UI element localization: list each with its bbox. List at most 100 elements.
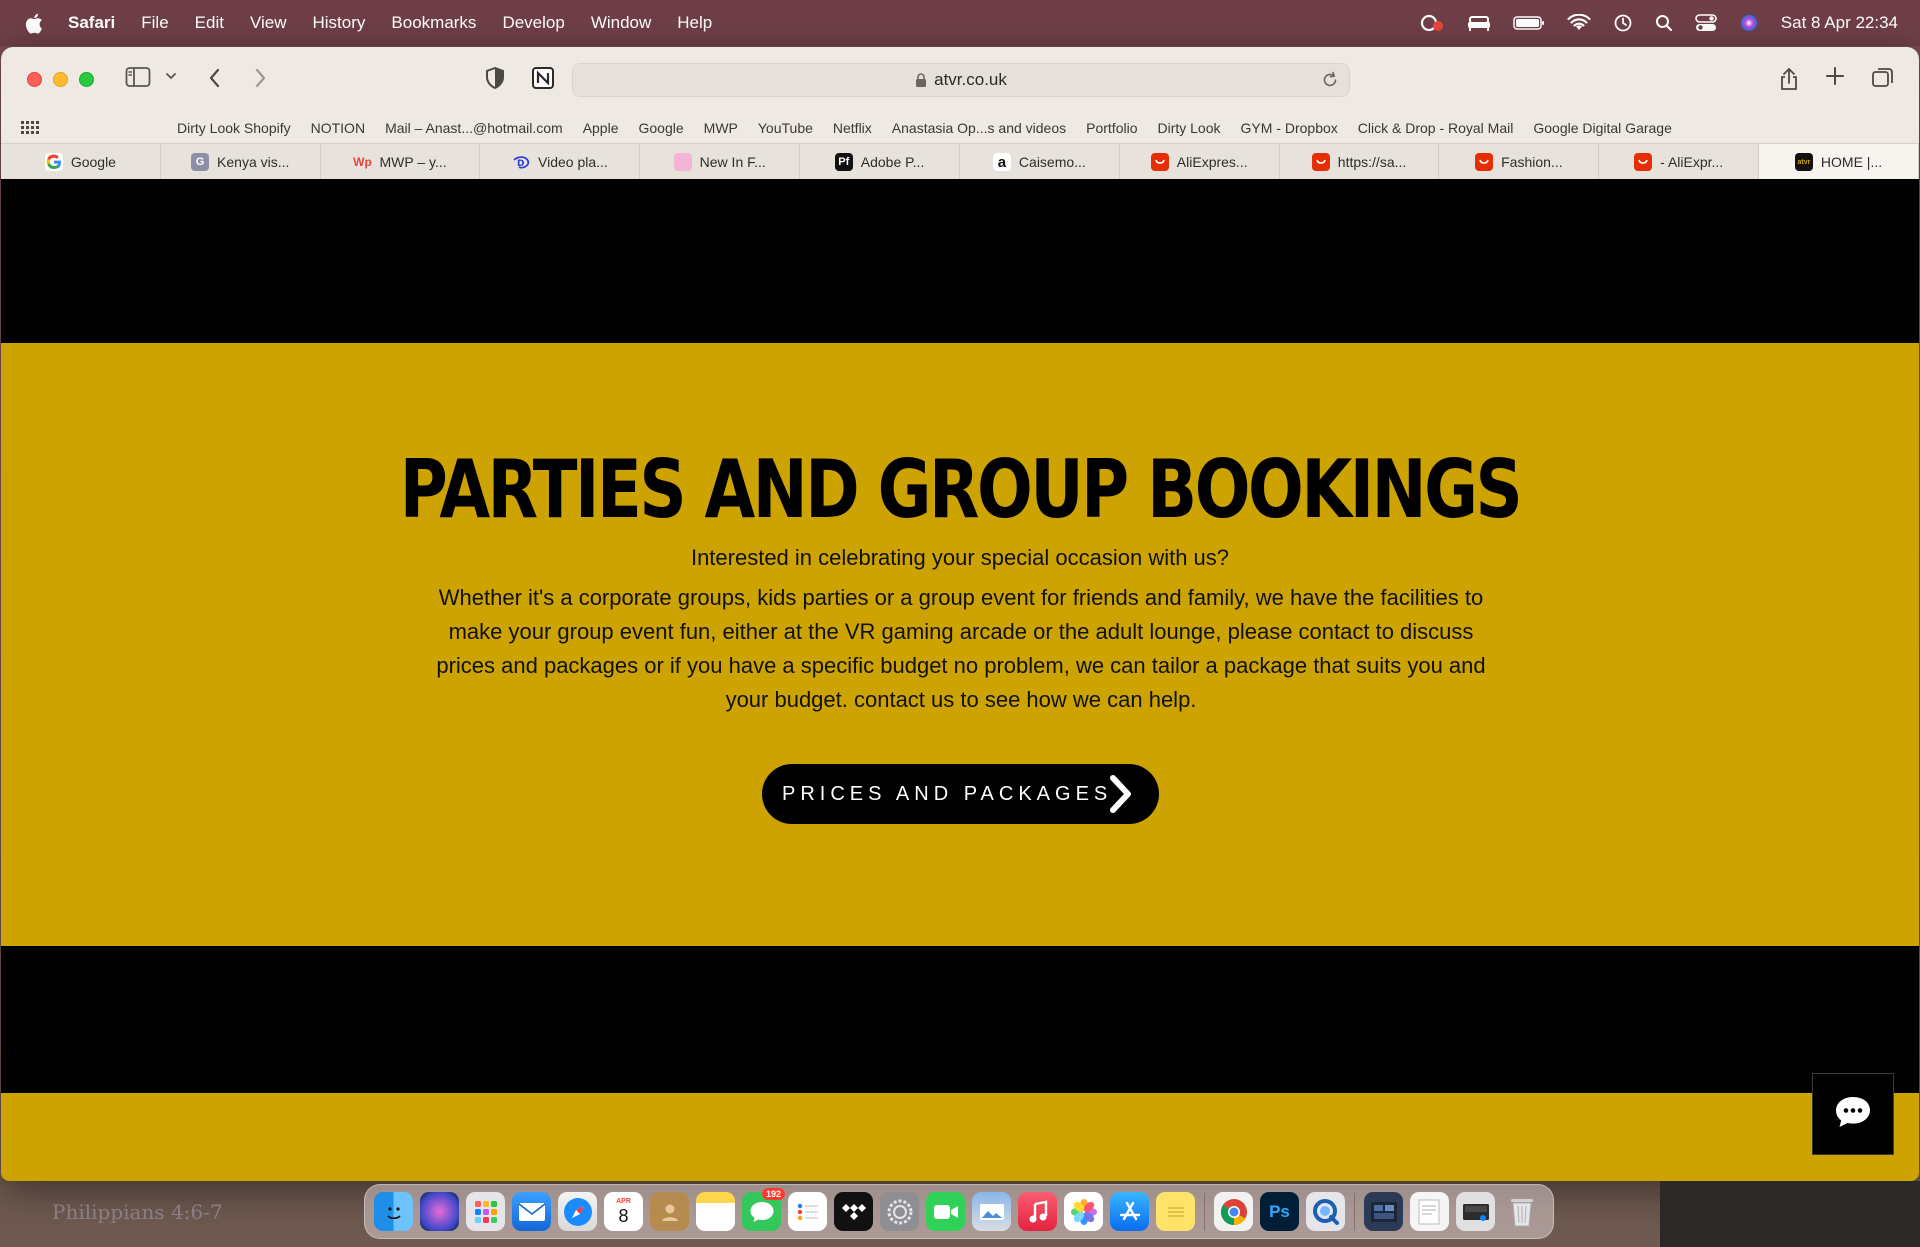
siri-icon[interactable] <box>1739 13 1759 33</box>
reload-icon[interactable] <box>1321 70 1339 95</box>
bookmark-item[interactable]: NOTION <box>311 120 365 136</box>
contacts-icon[interactable] <box>650 1192 689 1231</box>
chat-widget-button[interactable] <box>1812 1073 1894 1155</box>
prices-and-packages-button[interactable]: PRICES AND PACKAGES <box>762 764 1159 824</box>
sidebar-toggle-icon[interactable] <box>125 66 151 88</box>
system-settings-icon[interactable] <box>880 1192 919 1231</box>
menu-develop[interactable]: Develop <box>489 13 577 33</box>
new-tab-plus-icon[interactable] <box>1825 66 1845 86</box>
time-machine-icon[interactable] <box>1613 13 1633 33</box>
calendar-icon[interactable]: APR 8 <box>604 1192 643 1231</box>
menu-edit[interactable]: Edit <box>182 13 237 33</box>
menu-window[interactable]: Window <box>578 13 664 33</box>
menu-view[interactable]: View <box>237 13 300 33</box>
notion-extension-icon[interactable] <box>531 66 555 90</box>
photoshop-icon[interactable]: Ps <box>1260 1192 1299 1231</box>
g-letter-icon: G <box>191 153 210 171</box>
spotlight-search-icon[interactable] <box>1655 14 1673 32</box>
finder-icon[interactable] <box>374 1192 413 1231</box>
menu-app-name[interactable]: Safari <box>68 13 128 33</box>
tab-aliexpress-2[interactable]: https://sa... <box>1280 144 1440 180</box>
dock-separator <box>1204 1192 1205 1231</box>
chrome-icon[interactable] <box>1214 1192 1253 1231</box>
menu-file[interactable]: File <box>128 13 181 33</box>
pink-square-icon <box>673 153 692 171</box>
bookmark-item[interactable]: GYM - Dropbox <box>1241 120 1338 136</box>
bookmark-item[interactable]: Anastasia Op...s and videos <box>892 120 1066 136</box>
calendar-month: APR <box>616 1197 631 1205</box>
bookmark-item[interactable]: Apple <box>583 120 619 136</box>
tab-adobe[interactable]: Pf Adobe P... <box>800 144 960 180</box>
downloads-stack-icon[interactable] <box>1456 1192 1495 1231</box>
menu-history[interactable]: History <box>300 13 379 33</box>
tab-overview-icon[interactable] <box>1871 66 1895 88</box>
bookmark-item[interactable]: Portfolio <box>1086 120 1137 136</box>
browser-chrome: atvr.co.uk Dirty Look Shopify NOTION Mai… <box>1 47 1919 180</box>
zoom-window-button[interactable] <box>79 72 94 87</box>
mail-icon[interactable] <box>512 1192 551 1231</box>
tab-bar: Google G Kenya vis... Wp MWP – y... D Vi… <box>1 143 1919 180</box>
tab-aliexpress-1[interactable]: AliExpres... <box>1120 144 1280 180</box>
bookmark-item[interactable]: MWP <box>704 120 738 136</box>
reminders-icon[interactable] <box>788 1192 827 1231</box>
quicktime-icon[interactable] <box>1306 1192 1345 1231</box>
launchpad-icon[interactable] <box>466 1192 505 1231</box>
minimize-window-button[interactable] <box>53 72 68 87</box>
bookmark-item[interactable]: Netflix <box>833 120 872 136</box>
tab-home-active[interactable]: atvr HOME |... <box>1759 144 1919 180</box>
bookmark-item[interactable]: Click & Drop - Royal Mail <box>1358 120 1514 136</box>
close-window-button[interactable] <box>27 72 42 87</box>
menu-bar: Safari File Edit View History Bookmarks … <box>0 0 1920 46</box>
messages-icon[interactable]: 192 <box>742 1188 785 1231</box>
photos-icon[interactable] <box>1064 1192 1103 1231</box>
recent-document-icon[interactable] <box>1364 1192 1403 1231</box>
tab-mwp[interactable]: Wp MWP – y... <box>321 144 481 180</box>
bookmark-item[interactable]: YouTube <box>758 120 813 136</box>
apple-menu-icon[interactable] <box>0 13 68 34</box>
tab-video-player[interactable]: D Video pla... <box>480 144 641 180</box>
bookmark-item[interactable]: Google <box>639 120 684 136</box>
control-center-icon[interactable] <box>1694 14 1717 32</box>
bookmark-item[interactable]: Dirty Look Shopify <box>177 120 291 136</box>
parties-section: PARTIES AND GROUP BOOKINGS Interested in… <box>1 343 1919 946</box>
siri-app-icon[interactable] <box>420 1192 459 1231</box>
preview-icon[interactable] <box>972 1192 1011 1231</box>
bookmark-item[interactable]: Mail – Anast...@hotmail.com <box>385 120 563 136</box>
menubar-clock[interactable]: Sat 8 Apr 22:34 <box>1781 13 1898 33</box>
creative-cloud-icon[interactable] <box>1419 13 1445 33</box>
address-bar[interactable]: atvr.co.uk <box>572 63 1350 97</box>
tab-kenya[interactable]: G Kenya vis... <box>161 144 321 180</box>
tab-google[interactable]: Google <box>1 144 161 180</box>
bookmark-item[interactable]: Google Digital Garage <box>1533 120 1672 136</box>
battery-icon[interactable] <box>1513 15 1545 31</box>
bookmark-item[interactable]: Dirty Look <box>1157 120 1220 136</box>
back-chevron-icon[interactable] <box>207 66 223 90</box>
web-page: PARTIES AND GROUP BOOKINGS Interested in… <box>1 179 1919 1181</box>
wifi-icon[interactable] <box>1567 14 1591 32</box>
facetime-icon[interactable] <box>926 1192 965 1231</box>
menu-bookmarks[interactable]: Bookmarks <box>378 13 489 33</box>
forward-chevron-icon[interactable] <box>252 66 268 90</box>
trash-icon[interactable] <box>1502 1192 1541 1231</box>
notes-icon[interactable] <box>696 1192 735 1231</box>
safari-icon[interactable] <box>558 1192 597 1231</box>
stickies-icon[interactable] <box>1156 1192 1195 1231</box>
apps-grid-icon[interactable] <box>21 121 39 138</box>
tab-aliexpress-3[interactable]: Fashion... <box>1439 144 1600 180</box>
privacy-shield-icon[interactable] <box>484 66 506 90</box>
tab-new-in[interactable]: New In F... <box>640 144 801 180</box>
tidal-icon[interactable] <box>834 1192 873 1231</box>
menu-help[interactable]: Help <box>664 13 725 33</box>
tab-amazon[interactable]: a Caisemo... <box>960 144 1120 180</box>
app-store-icon[interactable] <box>1110 1192 1149 1231</box>
tab-label: HOME |... <box>1820 154 1883 170</box>
music-icon[interactable] <box>1018 1192 1057 1231</box>
browser-window: atvr.co.uk Dirty Look Shopify NOTION Mai… <box>1 47 1919 1181</box>
black-band-top <box>1 179 1919 343</box>
chevron-down-icon[interactable] <box>165 71 177 81</box>
share-icon[interactable] <box>1778 66 1800 92</box>
tab-aliexpress-4[interactable]: - AliExpr... <box>1599 144 1760 180</box>
bed-icon[interactable] <box>1467 14 1491 32</box>
gold-band-bottom <box>1 1093 1919 1181</box>
documents-stack-icon[interactable] <box>1410 1192 1449 1231</box>
